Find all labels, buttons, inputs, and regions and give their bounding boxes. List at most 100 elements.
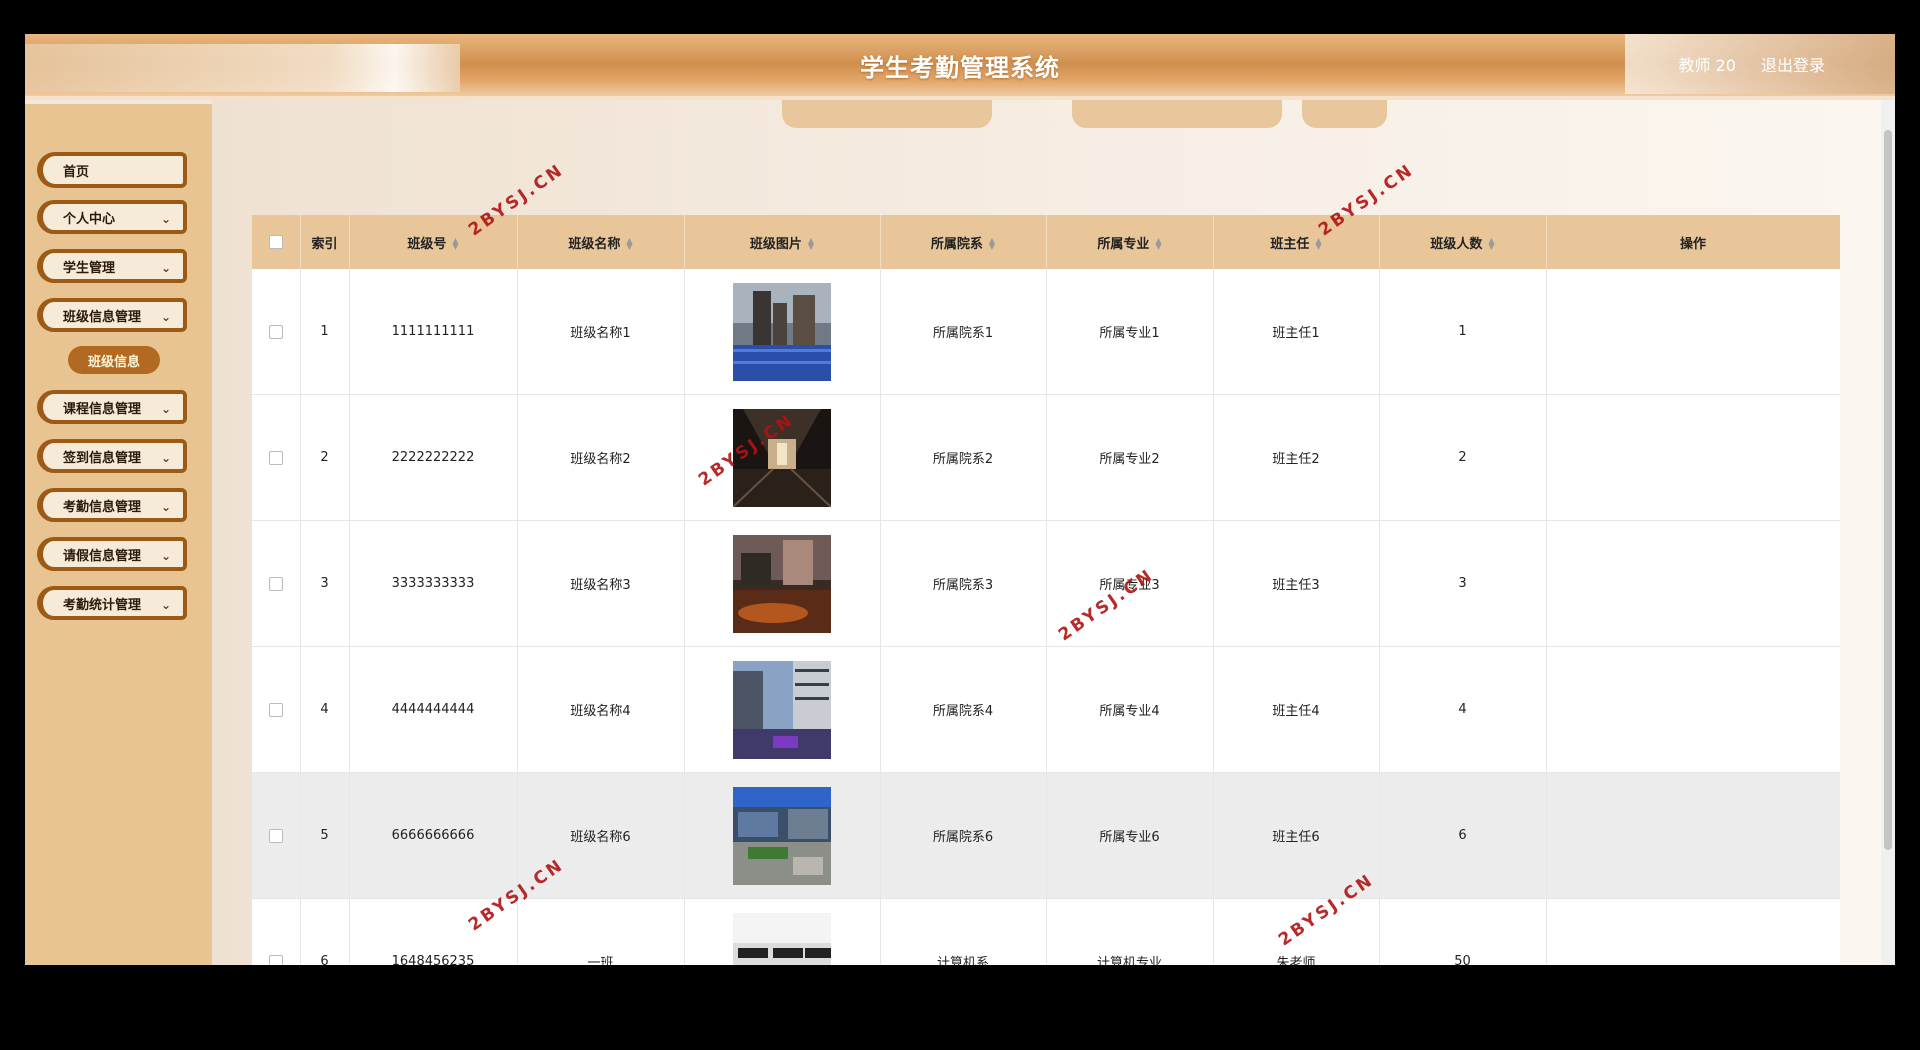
cell-major: 所属专业1 bbox=[1046, 269, 1214, 395]
row-checkbox[interactable] bbox=[268, 450, 283, 465]
sidebar-item-label: 学生管理 bbox=[63, 260, 116, 276]
sidebar-menu: 首页 个人中心 ⌄ 学生管理 ⌄ 班级信息管理 ⌄ 班级信息 课程信息管理 ⌄ … bbox=[25, 104, 212, 965]
current-user: 教师 20 bbox=[1678, 56, 1736, 75]
sort-icon[interactable]: ▲ ▼ bbox=[1315, 237, 1321, 251]
select-all-checkbox-cell[interactable] bbox=[252, 215, 301, 269]
sidebar-item-label: 班级信息管理 bbox=[63, 309, 142, 325]
app-title: 学生考勤管理系统 bbox=[860, 54, 1060, 82]
row-checkbox[interactable] bbox=[268, 954, 283, 965]
cell-actions bbox=[1546, 898, 1840, 965]
sidebar-item-attendance[interactable]: 考勤信息管理 ⌄ bbox=[37, 488, 187, 522]
cell-class-photo bbox=[684, 772, 881, 899]
sidebar-item-label: 首页 bbox=[63, 164, 90, 180]
top-header: 学生考勤管理系统 教师 20 退出登录 bbox=[25, 34, 1895, 100]
logout-link[interactable]: 退出登录 bbox=[1761, 56, 1825, 75]
sidebar-item-checkin[interactable]: 签到信息管理 ⌄ bbox=[37, 439, 187, 473]
search-bar-cutoff bbox=[782, 100, 1402, 128]
column-header-actions: 操作 bbox=[1546, 215, 1840, 269]
cell-class-name: 班级名称3 bbox=[517, 520, 685, 647]
sidebar-item-label: 请假信息管理 bbox=[63, 548, 142, 564]
table-row[interactable]: 6 1648456235 一班 计算机系 计算机专业 朱老师 50 bbox=[252, 898, 1840, 966]
cell-class-name: 班级名称2 bbox=[517, 394, 685, 521]
cell-dept: 所属院系4 bbox=[880, 646, 1047, 773]
main-content: 索引 班级号 ▲ ▼ 班级名称 ▲ ▼ 班级图片 ▲ ▼ 所属院系 ▲ ▼ 所属专业 ▲ ▼ 班主任… bbox=[212, 100, 1895, 965]
column-header-class-no[interactable]: 班级号 ▲ ▼ bbox=[349, 215, 518, 269]
sidebar-item-home[interactable]: 首页 bbox=[37, 152, 187, 188]
sort-icon[interactable]: ▲ ▼ bbox=[452, 237, 458, 251]
chevron-down-icon: ⌄ bbox=[160, 451, 171, 465]
table-row[interactable]: 4 4444444444 班级名称4 所属院系4 所属专业4 班主任4 4 bbox=[252, 646, 1840, 773]
cell-count: 3 bbox=[1379, 520, 1547, 647]
cell-index: 4 bbox=[300, 646, 350, 773]
cell-count: 4 bbox=[1379, 646, 1547, 773]
row-checkbox[interactable] bbox=[268, 828, 283, 843]
table-row[interactable]: 5 6666666666 班级名称6 所属院系6 所属专业6 班主任6 6 bbox=[252, 772, 1840, 899]
row-checkbox[interactable] bbox=[268, 576, 283, 591]
sidebar-item-class-info[interactable]: 班级信息管理 ⌄ bbox=[37, 298, 187, 332]
cell-index: 2 bbox=[300, 394, 350, 521]
sort-icon[interactable]: ▲ ▼ bbox=[808, 237, 814, 251]
cell-class-no: 6666666666 bbox=[349, 772, 518, 899]
column-header-class-photo[interactable]: 班级图片 ▲ ▼ bbox=[684, 215, 881, 269]
cell-major: 所属专业3 bbox=[1046, 520, 1214, 647]
cell-actions bbox=[1546, 269, 1840, 395]
cell-class-no: 1648456235 bbox=[349, 898, 518, 965]
cell-dept: 所属院系1 bbox=[880, 269, 1047, 395]
sort-icon[interactable]: ▲ ▼ bbox=[989, 237, 995, 251]
cell-major: 所属专业6 bbox=[1046, 772, 1214, 899]
class-photo[interactable] bbox=[733, 660, 831, 759]
sidebar-item-label: 签到信息管理 bbox=[63, 450, 142, 466]
class-photo[interactable] bbox=[733, 786, 831, 885]
class-photo[interactable] bbox=[733, 408, 831, 507]
user-area: 教师 20 退出登录 bbox=[1658, 52, 1825, 76]
cell-class-photo bbox=[684, 520, 881, 647]
cell-teacher: 班主任1 bbox=[1213, 269, 1380, 395]
row-checkbox[interactable] bbox=[268, 702, 283, 717]
app-window: 学生考勤管理系统 教师 20 退出登录 首页 个人中心 ⌄ 学生管理 ⌄ 班级信… bbox=[25, 34, 1895, 965]
sidebar-item-label: 课程信息管理 bbox=[63, 401, 142, 417]
cell-class-name: 一班 bbox=[517, 898, 685, 965]
row-checkbox[interactable] bbox=[268, 324, 283, 339]
class-photo[interactable] bbox=[733, 282, 831, 381]
sort-icon[interactable]: ▲ ▼ bbox=[1155, 237, 1161, 251]
class-table-container: 索引 班级号 ▲ ▼ 班级名称 ▲ ▼ 班级图片 ▲ ▼ 所属院系 ▲ ▼ 所属专业 ▲ ▼ 班主任… bbox=[252, 215, 1840, 965]
cell-class-photo bbox=[684, 394, 881, 521]
cell-index: 5 bbox=[300, 772, 350, 899]
cell-count: 2 bbox=[1379, 394, 1547, 521]
table-row[interactable]: 3 3333333333 班级名称3 所属院系3 所属专业3 班主任3 3 bbox=[252, 520, 1840, 647]
column-header-major[interactable]: 所属专业 ▲ ▼ bbox=[1046, 215, 1214, 269]
sort-icon[interactable]: ▲ ▼ bbox=[1488, 237, 1494, 251]
class-photo[interactable] bbox=[733, 912, 831, 966]
search-input-cutoff[interactable] bbox=[1072, 100, 1282, 128]
sidebar-item-stats[interactable]: 考勤统计管理 ⌄ bbox=[37, 586, 187, 620]
sidebar-item-courses[interactable]: 课程信息管理 ⌄ bbox=[37, 390, 187, 424]
sidebar-item-label: 考勤信息管理 bbox=[63, 499, 142, 515]
column-header-count[interactable]: 班级人数 ▲ ▼ bbox=[1379, 215, 1547, 269]
column-header-teacher[interactable]: 班主任 ▲ ▼ bbox=[1213, 215, 1380, 269]
sort-icon[interactable]: ▲ ▼ bbox=[626, 237, 632, 251]
sidebar-item-profile[interactable]: 个人中心 ⌄ bbox=[37, 200, 187, 234]
cell-class-photo bbox=[684, 898, 881, 966]
column-header-dept[interactable]: 所属院系 ▲ ▼ bbox=[880, 215, 1047, 269]
vertical-scrollbar[interactable] bbox=[1881, 100, 1895, 965]
cell-class-name: 班级名称4 bbox=[517, 646, 685, 773]
cell-index: 1 bbox=[300, 269, 350, 395]
table-header-row: 索引 班级号 ▲ ▼ 班级名称 ▲ ▼ 班级图片 ▲ ▼ 所属院系 ▲ ▼ 所属专业 ▲ ▼ 班主任… bbox=[252, 215, 1840, 269]
cell-dept: 所属院系2 bbox=[880, 394, 1047, 521]
cell-actions bbox=[1546, 772, 1840, 899]
column-header-class-name[interactable]: 班级名称 ▲ ▼ bbox=[517, 215, 685, 269]
sidebar-subitem-class-info[interactable]: 班级信息 bbox=[68, 346, 160, 374]
sidebar-item-leave[interactable]: 请假信息管理 ⌄ bbox=[37, 537, 187, 571]
table-row[interactable]: 1 1111111111 班级名称1 所属院系1 所属专业1 班主任1 1 bbox=[252, 269, 1840, 395]
cell-teacher: 班主任3 bbox=[1213, 520, 1380, 647]
select-all-checkbox[interactable] bbox=[268, 235, 283, 249]
chevron-down-icon: ⌄ bbox=[160, 549, 171, 563]
scrollbar-thumb[interactable] bbox=[1884, 130, 1892, 850]
class-photo[interactable] bbox=[733, 534, 831, 633]
search-input-cutoff[interactable] bbox=[782, 100, 992, 128]
cell-major: 计算机专业 bbox=[1046, 898, 1214, 965]
cell-dept: 所属院系3 bbox=[880, 520, 1047, 647]
sidebar-item-students[interactable]: 学生管理 ⌄ bbox=[37, 249, 187, 283]
table-row[interactable]: 2 2222222222 班级名称2 所属院系2 所属专业2 班主任2 2 bbox=[252, 394, 1840, 521]
search-button-cutoff[interactable] bbox=[1302, 100, 1387, 128]
